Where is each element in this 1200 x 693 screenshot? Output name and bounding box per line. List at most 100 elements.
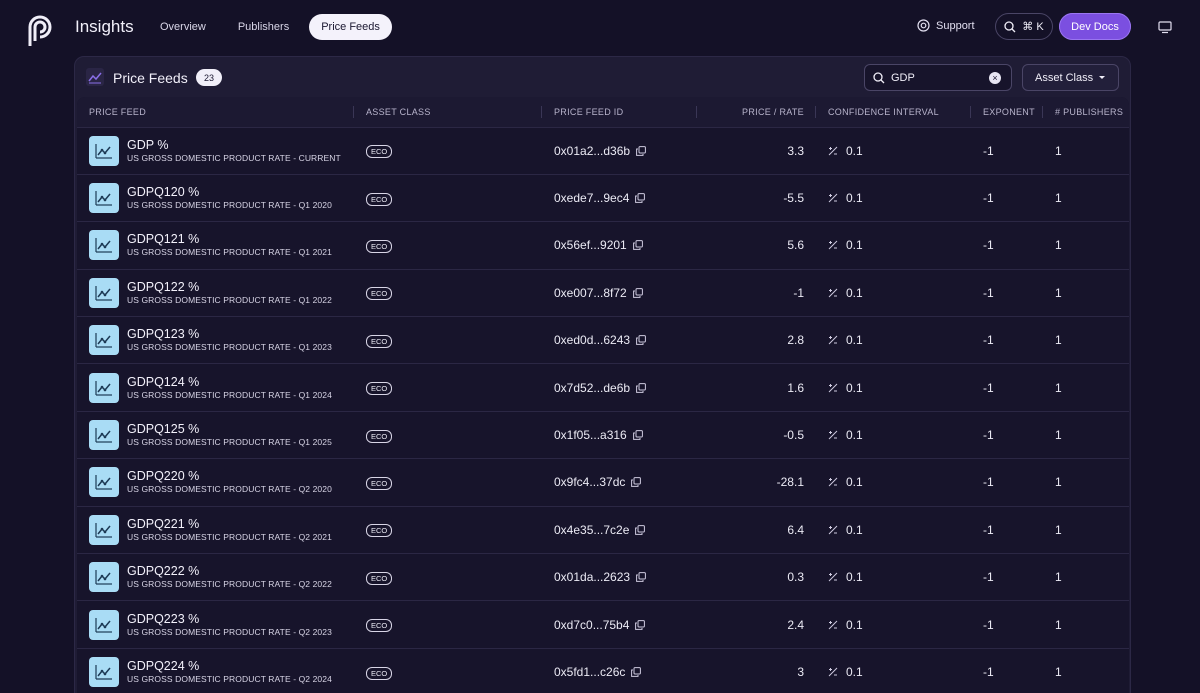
exponent-value: -1 [971,600,1043,649]
search-box[interactable]: × [864,64,1012,91]
pyth-logo[interactable] [26,13,54,47]
confidence-cell: 0.1 [828,618,971,632]
feed-id: 0xd7c0...75b4 [554,617,630,632]
col-publishers[interactable]: # PUBLISHERS [1043,97,1129,127]
copy-icon[interactable] [632,240,643,251]
copy-icon[interactable] [636,335,646,346]
feed-id: 0x01da...2623 [554,570,631,585]
table-row[interactable]: GDPQ221 % US GROSS DOMESTIC PRODUCT RATE… [77,505,1129,554]
feed-name: GDPQ224 % [127,659,200,674]
search-icon [1004,20,1016,32]
search-input[interactable] [891,71,983,84]
feed-cell: GDPQ124 % US GROSS DOMESTIC PRODUCT RATE… [89,372,354,403]
table-row[interactable]: GDP % US GROSS DOMESTIC PRODUCT RATE - C… [77,126,1129,175]
feed-cell: GDPQ223 % US GROSS DOMESTIC PRODUCT RATE… [89,609,354,640]
feed-id-cell: 0x1f05...a316 [554,428,697,442]
copy-icon[interactable] [636,145,646,156]
col-price-rate[interactable]: PRICE / RATE [697,97,816,127]
plus-minus-icon [828,667,838,677]
confidence-value: 0.1 [846,285,863,300]
table-row[interactable]: GDPQ122 % US GROSS DOMESTIC PRODUCT RATE… [77,268,1129,317]
feed-name: GDPQ223 % [127,611,200,626]
exponent-value: -1 [971,647,1043,693]
chart-icon [89,372,119,403]
caret-down-icon [1099,76,1105,79]
chart-icon [89,467,119,498]
feed-description: US GROSS DOMESTIC PRODUCT RATE - Q2 2020 [127,484,332,495]
feed-id-cell: 0x4e35...7c2e [554,523,697,537]
feed-id: 0x1f05...a316 [554,428,627,443]
copy-icon[interactable] [635,619,646,630]
feed-id-cell: 0x56ef...9201 [554,238,697,252]
feed-name: GDPQ125 % [127,422,200,437]
table-row[interactable]: GDPQ121 % US GROSS DOMESTIC PRODUCT RATE… [77,221,1129,270]
price-value: 0.3 [697,553,816,601]
dev-docs-button[interactable]: Dev Docs [1059,13,1131,40]
feed-id: 0x9fc4...37dc [554,475,626,490]
table-row[interactable]: GDPQ222 % US GROSS DOMESTIC PRODUCT RATE… [77,553,1129,601]
feed-id-cell: 0x01da...2623 [554,570,697,584]
copy-icon[interactable] [632,287,643,298]
price-value: 1.6 [697,363,816,412]
feed-id: 0x5fd1...c26c [554,665,626,680]
table-row[interactable]: GDPQ125 % US GROSS DOMESTIC PRODUCT RATE… [77,410,1129,459]
chart-icon [89,420,119,451]
col-price-feed-id[interactable]: PRICE FEED ID [542,97,697,127]
exponent-value: -1 [971,553,1043,601]
copy-icon[interactable] [635,524,646,535]
chart-icon [89,277,119,308]
copy-icon[interactable] [636,572,646,583]
copy-icon[interactable] [636,382,646,393]
monitor-icon[interactable] [1158,20,1172,34]
confidence-cell: 0.1 [828,238,971,252]
publishers-value: 1 [1043,410,1129,459]
feed-id: 0x4e35...7c2e [554,522,630,537]
asset-class-badge: ECO [366,239,393,253]
tab-price-feeds[interactable]: Price Feeds [309,14,392,40]
col-price-feed[interactable]: PRICE FEED [77,97,354,127]
col-asset-class[interactable]: ASSET CLASS [354,97,542,127]
table-row[interactable]: GDPQ123 % US GROSS DOMESTIC PRODUCT RATE… [77,316,1129,364]
price-value: -28.1 [697,458,816,507]
chart-icon [89,135,119,166]
table-row[interactable]: GDPQ120 % US GROSS DOMESTIC PRODUCT RATE… [77,173,1129,222]
plus-minus-icon [828,193,838,203]
price-value: 5.6 [697,221,816,270]
chart-icon [89,562,119,593]
chart-icon [89,325,119,356]
price-value: 6.4 [697,505,816,554]
tab-publishers[interactable]: Publishers [226,14,301,40]
feed-name: GDP % [127,137,169,152]
publishers-value: 1 [1043,363,1129,412]
chart-icon [89,183,119,214]
plus-minus-icon [828,620,838,629]
tab-overview[interactable]: Overview [148,14,218,40]
copy-icon[interactable] [631,477,642,488]
clear-search-icon[interactable]: × [989,71,1001,84]
col-confidence-interval[interactable]: CONFIDENCE INTERVAL [816,97,971,127]
table-row[interactable]: GDPQ220 % US GROSS DOMESTIC PRODUCT RATE… [77,458,1129,507]
table-row[interactable]: GDPQ223 % US GROSS DOMESTIC PRODUCT RATE… [77,600,1129,649]
command-search-button[interactable]: ⌘ K [995,13,1053,40]
publishers-value: 1 [1043,268,1129,317]
copy-icon[interactable] [632,430,643,440]
panel-title: Price Feeds [113,70,188,86]
panel-header: Price Feeds 23 × Asset Class [75,57,1130,97]
plus-minus-icon [828,525,838,535]
table-row[interactable]: GDPQ224 % US GROSS DOMESTIC PRODUCT RATE… [77,647,1129,693]
confidence-value: 0.1 [846,380,863,395]
copy-icon[interactable] [631,667,642,678]
copy-icon[interactable] [635,193,646,203]
search-icon [873,71,885,83]
confidence-cell: 0.1 [828,523,971,537]
table-row[interactable]: GDPQ124 % US GROSS DOMESTIC PRODUCT RATE… [77,363,1129,412]
support-link[interactable]: Support [917,19,975,32]
asset-class-label: Asset Class [1035,71,1094,84]
asset-class-badge: ECO [366,145,393,159]
feed-description: US GROSS DOMESTIC PRODUCT RATE - Q1 2022 [127,294,332,305]
col-exponent[interactable]: EXPONENT [971,97,1043,127]
app-title: Insights [75,17,134,36]
confidence-cell: 0.1 [828,665,971,679]
asset-class-dropdown[interactable]: Asset Class [1022,64,1119,91]
feed-cell: GDPQ122 % US GROSS DOMESTIC PRODUCT RATE… [89,277,354,308]
